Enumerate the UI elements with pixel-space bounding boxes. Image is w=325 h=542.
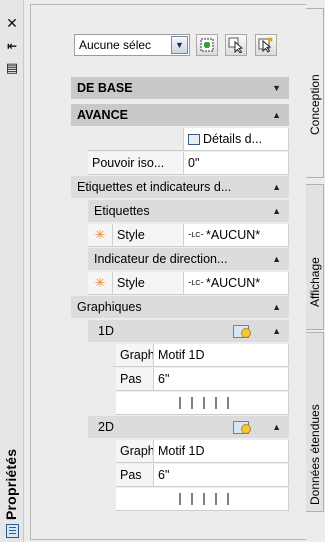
category-de-base[interactable]: DE BASE ▼ bbox=[71, 77, 289, 100]
quick-select-button[interactable] bbox=[196, 34, 218, 56]
pas-2d-label: Pas bbox=[116, 464, 154, 487]
expand-icon[interactable]: ▲ bbox=[272, 182, 281, 192]
expand-icon[interactable]: ▲ bbox=[272, 206, 281, 216]
line-pattern-icon bbox=[179, 493, 229, 505]
properties-menu-icon[interactable]: ▤ bbox=[4, 60, 20, 76]
line-pattern-icon bbox=[179, 397, 229, 409]
select-objects-button[interactable] bbox=[225, 34, 247, 56]
close-icon[interactable]: ✕ bbox=[4, 16, 20, 32]
graphi-2d-label: Graphi... bbox=[116, 440, 154, 463]
palette-title-bar: ✕ ⇤ ▤ Propriétés bbox=[0, 0, 24, 542]
category-label: 1D bbox=[98, 324, 114, 338]
label-style-icon: ⁃LC⁃ bbox=[188, 280, 204, 287]
category-1d[interactable]: 1D ▲ bbox=[88, 320, 289, 343]
tab-donnees-etendues[interactable]: Données étendues bbox=[306, 332, 324, 512]
category-avance[interactable]: AVANCE ▲ bbox=[71, 104, 289, 127]
expand-icon[interactable]: ▲ bbox=[272, 302, 281, 312]
category-indicateur[interactable]: Indicateur de direction... ▲ bbox=[88, 248, 289, 271]
tab-label: Données étendues bbox=[308, 404, 322, 505]
style-value[interactable]: ⁃LC⁃ *AUCUN* bbox=[184, 224, 289, 247]
pas-1d-label: Pas bbox=[116, 368, 154, 391]
tab-label: Affichage bbox=[308, 257, 322, 307]
toggle-pickadd-icon bbox=[258, 37, 273, 53]
expand-icon[interactable]: ▲ bbox=[272, 110, 281, 120]
category-label: Indicateur de direction... bbox=[94, 252, 228, 266]
chevron-down-icon[interactable]: ▼ bbox=[171, 36, 188, 54]
category-label: Etiquettes bbox=[94, 204, 150, 218]
category-etiquettes-indicateurs[interactable]: Etiquettes et indicateurs d... ▲ bbox=[71, 176, 289, 199]
expand-icon[interactable]: ▲ bbox=[272, 254, 281, 264]
graphi-2d-value[interactable]: Motif 1D bbox=[154, 440, 289, 463]
category-label: AVANCE bbox=[77, 108, 128, 122]
graphi-1d-value[interactable]: Motif 1D bbox=[154, 344, 289, 367]
pas-1d-value[interactable]: 6" bbox=[154, 368, 289, 391]
toggle-pickadd-button[interactable] bbox=[255, 34, 277, 56]
expand-icon[interactable]: ▲ bbox=[272, 326, 281, 336]
category-label: Etiquettes et indicateurs d... bbox=[77, 180, 232, 194]
asterisk-icon: ✳ bbox=[88, 272, 113, 295]
details-button[interactable]: Détails d... bbox=[184, 128, 289, 151]
category-label: 2D bbox=[98, 420, 114, 434]
asterisk-icon: ✳ bbox=[88, 224, 113, 247]
lightbulb-icon[interactable] bbox=[233, 325, 251, 338]
style-value[interactable]: ⁃LC⁃ *AUCUN* bbox=[184, 272, 289, 295]
tab-label: Conception bbox=[308, 74, 322, 135]
dashes-preview-2d bbox=[116, 488, 289, 511]
label-style-icon: ⁃LC⁃ bbox=[188, 232, 204, 239]
pouvoir-value[interactable]: 0" bbox=[184, 152, 289, 175]
category-label: Graphiques bbox=[77, 300, 142, 314]
quick-select-icon bbox=[200, 38, 214, 52]
pas-2d-value[interactable]: 6" bbox=[154, 464, 289, 487]
properties-icon bbox=[6, 524, 19, 538]
category-graphiques[interactable]: Graphiques ▲ bbox=[71, 296, 289, 319]
lightbulb-icon[interactable] bbox=[233, 421, 251, 434]
details-label: Détails d... bbox=[203, 132, 263, 146]
expand-icon[interactable]: ▲ bbox=[272, 422, 281, 432]
object-type-value: Aucune sélec bbox=[79, 38, 152, 52]
category-label: DE BASE bbox=[77, 81, 133, 95]
table-icon bbox=[188, 133, 200, 145]
palette-title: Propriétés bbox=[3, 448, 19, 520]
style-label: Style bbox=[113, 272, 184, 295]
collapse-icon[interactable]: ▼ bbox=[272, 83, 281, 93]
tab-conception[interactable]: Conception bbox=[306, 8, 324, 178]
object-type-select[interactable]: Aucune sélec ▼ bbox=[74, 34, 190, 56]
pouvoir-label: Pouvoir iso... bbox=[88, 152, 184, 175]
dashes-preview-1d bbox=[116, 392, 289, 415]
empty-label-cell bbox=[88, 128, 184, 151]
graphi-1d-label: Graphi... bbox=[116, 344, 154, 367]
category-2d[interactable]: 2D ▲ bbox=[88, 416, 289, 439]
select-objects-icon bbox=[228, 37, 244, 53]
tab-affichage[interactable]: Affichage bbox=[306, 184, 324, 330]
style-label: Style bbox=[113, 224, 184, 247]
category-etiquettes[interactable]: Etiquettes ▲ bbox=[88, 200, 289, 223]
tab-strip: Conception Affichage Données étendues bbox=[306, 8, 325, 542]
auto-hide-icon[interactable]: ⇤ bbox=[4, 38, 20, 54]
